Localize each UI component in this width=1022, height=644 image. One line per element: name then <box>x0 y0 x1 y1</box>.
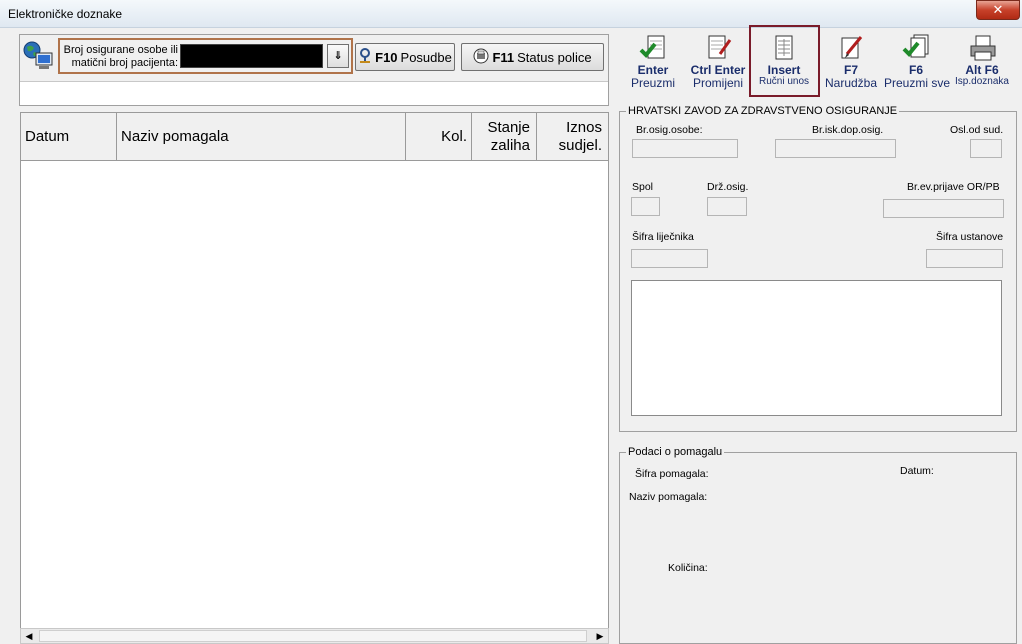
datum-label: Datum: <box>900 465 934 477</box>
drz-label: Drž.osig. <box>707 181 749 193</box>
column-header-datum-label: Datum <box>25 128 70 145</box>
column-header-kol-label: Kol. <box>441 128 467 145</box>
toolbar-promijeni-label: Promijeni <box>692 76 743 90</box>
toolbar-isp-doznaka-key: Alt F6 <box>965 63 999 77</box>
printer-circle-icon <box>473 48 489 67</box>
br-ev-field[interactable] <box>883 199 1004 218</box>
close-button[interactable]: ✕ <box>976 0 1020 20</box>
spol-label: Spol <box>632 181 654 193</box>
grid-header: Datum Naziv pomagala Kol. Stanje zaliha … <box>20 112 609 161</box>
pomagalo-legend: Podaci o pomagalu <box>628 446 723 458</box>
toolbar-preuzmi-sve-button[interactable]: F6 Preuzmi sve <box>884 32 951 92</box>
osl-label: Osl.od sud. <box>950 124 1004 136</box>
status-police-button[interactable]: F11 Status police <box>461 43 604 71</box>
search-label: Broj osigurane osobe ili matični broj pa… <box>63 44 178 69</box>
person-key-icon <box>358 47 372 67</box>
posudbe-button[interactable]: F10 Posudbe <box>355 43 455 71</box>
dropdown-arrow-icon[interactable]: ⇓ <box>327 44 349 68</box>
sifra-lijecnika-label: Šifra liječnika <box>632 231 694 243</box>
horizontal-scrollbar[interactable]: ◀ ▶ <box>20 628 609 644</box>
document-stack-check-icon <box>902 34 930 62</box>
toolbar-preuzmi-button[interactable]: Enter Preuzmi <box>621 32 685 92</box>
hzzo-memo-area[interactable] <box>631 280 1002 416</box>
status-key: F11 <box>492 49 515 65</box>
naziv-pomagala-label: Naziv pomagala: <box>629 491 708 503</box>
column-header-iznos-label: Iznos sudjel. <box>558 118 602 154</box>
scrollbar-thumb[interactable] <box>39 630 587 642</box>
br-ev-label: Br.ev.prijave OR/PB <box>907 181 1000 193</box>
br-isk-label: Br.isk.dop.osig. <box>812 124 884 136</box>
rucni-unos-highlight <box>749 25 820 97</box>
title-bar: Elektroničke doznake ✕ <box>0 0 1022 28</box>
posudbe-key: F10 <box>375 49 398 65</box>
sifra-lijecnika-field[interactable] <box>631 249 708 268</box>
toolbar-preuzmi-label: Preuzmi <box>630 76 675 90</box>
toolbar-isp-doznaka-label: Isp.doznaka <box>955 76 1009 87</box>
search-field-group: Broj osigurane osobe ili matični broj pa… <box>58 38 353 74</box>
br-osig-field[interactable] <box>632 139 738 158</box>
printer-icon <box>968 34 996 62</box>
scroll-right-icon[interactable]: ▶ <box>592 629 608 643</box>
sifra-ustanove-label: Šifra ustanove <box>936 231 1004 243</box>
osl-field[interactable] <box>970 139 1002 158</box>
window-title: Elektroničke doznake <box>8 7 123 21</box>
grid-body[interactable] <box>20 161 609 628</box>
pencil-document-icon <box>837 34 865 62</box>
hzzo-legend: HRVATSKI ZAVOD ZA ZDRAVSTVENO OSIGURANJE <box>628 105 898 117</box>
toolbar-preuzmi-sve-label: Preuzmi sve <box>884 76 951 90</box>
kolicina-label: Količina: <box>668 562 708 574</box>
posudbe-label: Posudbe <box>400 49 452 65</box>
drz-field[interactable] <box>707 197 747 216</box>
status-label: Status police <box>517 49 592 65</box>
search-panel-info-area <box>20 81 608 105</box>
document-edit-icon <box>704 34 732 62</box>
column-header-iznos[interactable]: Iznos sudjel. <box>537 113 608 160</box>
scroll-left-icon[interactable]: ◀ <box>21 629 37 643</box>
sifra-ustanove-field[interactable] <box>926 249 1003 268</box>
toolbar-isp-doznaka-button[interactable]: Alt F6 Isp.doznaka <box>950 32 1014 92</box>
br-osig-label: Br.osig.osobe: <box>636 124 703 136</box>
column-header-naziv-label: Naziv pomagala <box>121 128 229 145</box>
column-header-naziv[interactable]: Naziv pomagala <box>117 113 406 160</box>
spol-field[interactable] <box>631 197 660 216</box>
column-header-stanje-label: Stanje zaliha <box>487 118 530 154</box>
column-header-kol[interactable]: Kol. <box>406 113 472 160</box>
document-check-icon <box>639 34 667 62</box>
toolbar-preuzmi-key: Enter <box>637 63 669 77</box>
sifra-pomagala-label: Šifra pomagala: <box>635 468 709 480</box>
toolbar-promijeni-button[interactable]: Ctrl Enter Promijeni <box>686 32 750 92</box>
toolbar-narudzba-button[interactable]: F7 Narudžba <box>819 32 883 92</box>
patient-number-input[interactable] <box>180 44 323 68</box>
toolbar-preuzmi-sve-key: F6 <box>908 63 923 77</box>
toolbar-narudzba-key: F7 <box>843 63 858 77</box>
column-header-stanje[interactable]: Stanje zaliha <box>472 113 537 160</box>
network-computer-icon <box>22 40 56 72</box>
column-header-datum[interactable]: Datum <box>21 113 117 160</box>
close-icon: ✕ <box>992 2 1004 17</box>
toolbar-promijeni-key: Ctrl Enter <box>690 63 746 77</box>
br-isk-field[interactable] <box>775 139 896 158</box>
toolbar-narudzba-label: Narudžba <box>824 76 878 90</box>
